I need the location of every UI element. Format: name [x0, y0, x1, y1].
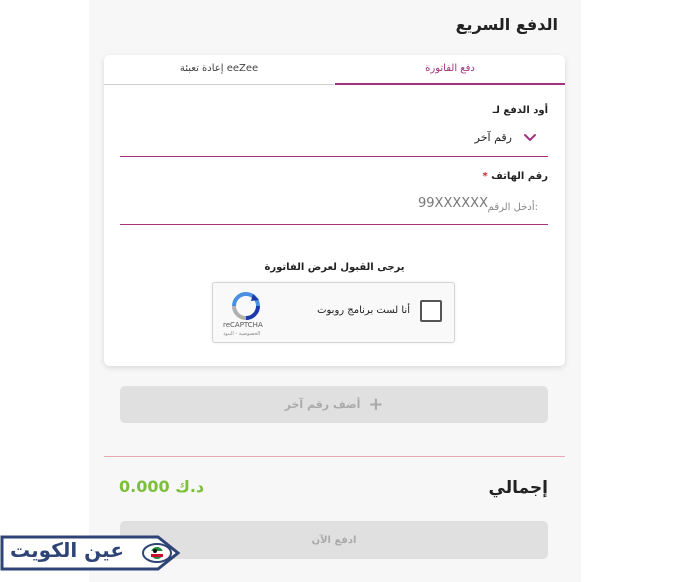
pay-now-button[interactable]: ادفع الآن	[120, 521, 548, 559]
recaptcha-icon	[232, 292, 260, 320]
phone-label: رقم الهاتف *	[482, 171, 548, 182]
required-mark: *	[482, 171, 488, 182]
recaptcha-links[interactable]: الخصوصية - البنود	[223, 331, 260, 337]
phone-prefix: أدخل الرقم:	[487, 202, 538, 213]
pay-for-value: رقم آخر	[474, 131, 512, 144]
add-number-button[interactable]: + أضف رقم آخر	[120, 386, 548, 423]
recaptcha-checkbox[interactable]	[420, 300, 442, 322]
tab-bar: دفع الفاتورة إعادة تعبئة eeZee	[104, 55, 565, 85]
watermark-text: عين الكويت	[10, 538, 125, 562]
recaptcha-brand: reCAPTCHA	[223, 321, 263, 329]
payment-card: دفع الفاتورة إعادة تعبئة eeZee أود الدفع…	[104, 55, 565, 366]
page-title: الدفع السريع	[455, 15, 558, 34]
watermark-logo: عين الكويت	[0, 533, 182, 573]
chevron-down-icon	[524, 134, 536, 141]
phone-input[interactable]	[328, 196, 488, 211]
total-label: إجمالي	[488, 478, 548, 498]
pay-for-label: أود الدفع لـ	[492, 105, 548, 116]
add-number-label: أضف رقم آخر	[284, 398, 361, 411]
phone-field[interactable]: أدخل الرقم:	[120, 190, 548, 225]
plus-icon: +	[368, 394, 384, 415]
total-amount: 0.000 د.ك	[119, 477, 205, 496]
pay-for-select[interactable]: رقم آخر	[120, 123, 548, 157]
captcha-instruction: يرجى القبول لعرض الفاتورة	[264, 262, 405, 273]
recaptcha-widget: أنا لست برنامج روبوت reCAPTCHA الخصوصية …	[212, 282, 455, 343]
recaptcha-label: أنا لست برنامج روبوت	[317, 305, 410, 316]
divider	[104, 456, 565, 457]
phone-label-text: رقم الهاتف	[491, 171, 548, 182]
tab-bill-payment[interactable]: دفع الفاتورة	[335, 55, 565, 85]
page: الدفع السريع دفع الفاتورة إعادة تعبئة ee…	[0, 0, 683, 582]
tab-eezee-recharge[interactable]: إعادة تعبئة eeZee	[104, 55, 334, 85]
